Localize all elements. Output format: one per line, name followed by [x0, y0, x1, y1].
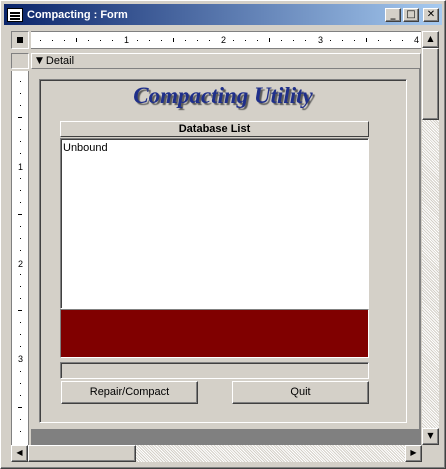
- scroll-right-button[interactable]: ▶: [405, 445, 422, 462]
- ruler-tick: [20, 394, 21, 396]
- ruler-tick: [257, 40, 259, 41]
- ruler-tick: [52, 40, 54, 41]
- ruler-tick: [100, 40, 102, 41]
- title-bar[interactable]: Compacting : Form _ □ ✕: [4, 4, 442, 25]
- ruler-tick: [20, 141, 21, 143]
- scroll-down-button[interactable]: ▼: [422, 428, 439, 445]
- down-arrow-icon: ▼: [36, 56, 43, 66]
- ruler-tick: [305, 40, 307, 41]
- form-title-label[interactable]: Compacting Utility: [39, 83, 407, 109]
- ruler-number: 1: [18, 162, 24, 172]
- ruler-tick: [281, 40, 283, 41]
- ruler-tick: [18, 213, 22, 215]
- ruler-tick: [20, 286, 21, 288]
- ruler-tick: [208, 40, 210, 41]
- ruler-tick: [233, 40, 235, 41]
- ruler-tick: [20, 93, 21, 95]
- ruler-tick: [20, 382, 21, 384]
- ruler-tick: [20, 189, 21, 191]
- ruler-tick: [20, 129, 21, 131]
- scrollbar-corner: [422, 445, 439, 462]
- ruler-tick: [20, 370, 21, 372]
- maximize-button[interactable]: □: [403, 7, 419, 22]
- ruler-tick: [20, 322, 21, 324]
- ruler-tick: [20, 298, 21, 300]
- section-selector[interactable]: [11, 53, 29, 69]
- form-selector[interactable]: [11, 31, 29, 49]
- ruler-tick: [20, 153, 21, 155]
- vertical-ruler[interactable]: 1 2 3: [11, 71, 29, 445]
- vertical-scroll-thumb[interactable]: [422, 48, 439, 120]
- ruler-tick: [269, 38, 271, 42]
- ruler-tick: [20, 177, 21, 179]
- ruler-tick: [20, 225, 21, 227]
- ruler-tick: [20, 105, 21, 107]
- ruler-tick: [18, 117, 22, 119]
- ruler-tick: [148, 40, 150, 41]
- progress-bar[interactable]: [60, 362, 369, 379]
- repair-compact-button[interactable]: Repair/Compact: [61, 381, 198, 404]
- ruler-number: 2: [221, 35, 227, 45]
- ruler-tick: [245, 40, 247, 41]
- list-box-value: Unbound: [63, 142, 108, 154]
- ruler-number: 4: [414, 35, 420, 45]
- ruler-tick: [329, 40, 331, 41]
- window-title: Compacting : Form: [27, 8, 128, 21]
- ruler-tick: [365, 38, 367, 42]
- ruler-tick: [172, 38, 174, 42]
- vertical-scrollbar[interactable]: ▲ ▼: [422, 31, 439, 445]
- quit-button[interactable]: Quit: [232, 381, 369, 404]
- ruler-tick: [20, 201, 21, 203]
- ruler-tick: [389, 40, 391, 41]
- ruler-tick: [18, 406, 22, 408]
- status-box[interactable]: [60, 309, 369, 358]
- detail-section-bar[interactable]: ▼ Detail: [31, 53, 421, 69]
- ruler-tick: [20, 430, 21, 432]
- ruler-tick: [401, 40, 403, 41]
- ruler-tick: [20, 334, 21, 336]
- ruler-tick: [377, 40, 379, 41]
- ruler-number: 3: [18, 354, 24, 364]
- scroll-up-button[interactable]: ▲: [422, 31, 439, 48]
- ruler-tick: [196, 40, 198, 41]
- ruler-tick: [88, 40, 90, 41]
- ruler-tick: [20, 346, 21, 348]
- section-label: Detail: [45, 55, 75, 67]
- ruler-tick: [136, 40, 138, 41]
- ruler-tick: [20, 237, 21, 239]
- horizontal-scroll-thumb[interactable]: [28, 445, 136, 462]
- database-list-box[interactable]: Unbound: [60, 138, 369, 309]
- form-icon[interactable]: [7, 7, 23, 22]
- ruler-tick: [20, 418, 21, 420]
- ruler-number: 1: [124, 35, 130, 45]
- ruler-tick: [76, 38, 78, 42]
- ruler-tick: [293, 40, 295, 41]
- database-list-header[interactable]: Database List: [60, 121, 369, 137]
- ruler-tick: [20, 249, 21, 251]
- ruler-tick: [20, 81, 21, 83]
- ruler-tick: [112, 40, 114, 41]
- ruler-tick: [64, 40, 66, 41]
- form-design-window: Compacting : Form _ □ ✕ 1 2 3 4 1 2 3 ▼ …: [0, 0, 446, 469]
- ruler-tick: [18, 310, 22, 312]
- ruler-tick: [341, 40, 343, 41]
- ruler-tick: [20, 274, 21, 276]
- ruler-tick: [160, 40, 162, 41]
- minimize-button[interactable]: _: [385, 7, 401, 22]
- ruler-tick: [353, 40, 355, 41]
- horizontal-scrollbar[interactable]: ◀ ▶: [11, 445, 422, 462]
- horizontal-ruler[interactable]: 1 2 3 4: [31, 31, 421, 49]
- close-button[interactable]: ✕: [423, 7, 439, 22]
- scroll-left-button[interactable]: ◀: [11, 445, 28, 462]
- ruler-tick: [40, 40, 42, 41]
- ruler-number: 3: [318, 35, 324, 45]
- ruler-tick: [184, 40, 186, 41]
- ruler-number: 2: [18, 259, 24, 269]
